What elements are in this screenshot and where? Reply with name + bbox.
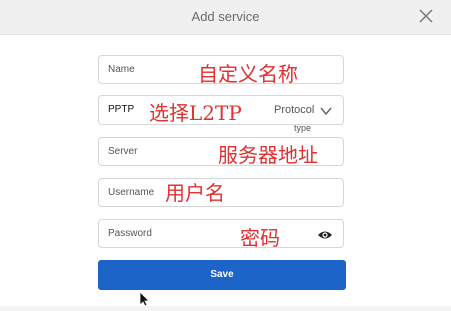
protocol-annotation: 选择L2TP	[149, 101, 242, 125]
name-annotation: 自定义名称	[198, 62, 298, 86]
password-placeholder: Password	[108, 228, 152, 239]
close-icon[interactable]	[417, 7, 435, 25]
password-field[interactable]: Password	[98, 219, 344, 248]
dialog-title: Add service	[191, 9, 260, 24]
save-button[interactable]: Save	[98, 260, 346, 290]
server-annotation: 服务器地址	[218, 143, 318, 167]
mouse-pointer-icon	[139, 291, 151, 307]
username-placeholder: Username	[108, 187, 155, 198]
protocol-value: PPTP	[108, 104, 135, 115]
dialog-header: Add service	[0, 0, 451, 35]
protocol-label: Protocol	[274, 104, 315, 116]
chevron-down-icon[interactable]	[319, 104, 333, 116]
eye-icon[interactable]	[317, 228, 333, 240]
add-service-dialog: Add service Name 自定义名称 PPTP Protocol 选择L…	[0, 0, 451, 307]
name-placeholder: Name	[108, 64, 135, 75]
server-placeholder: Server	[108, 146, 138, 157]
username-annotation: 用户名	[165, 181, 225, 205]
password-annotation: 密码	[240, 226, 280, 250]
protocol-type-hint: type	[294, 123, 312, 133]
